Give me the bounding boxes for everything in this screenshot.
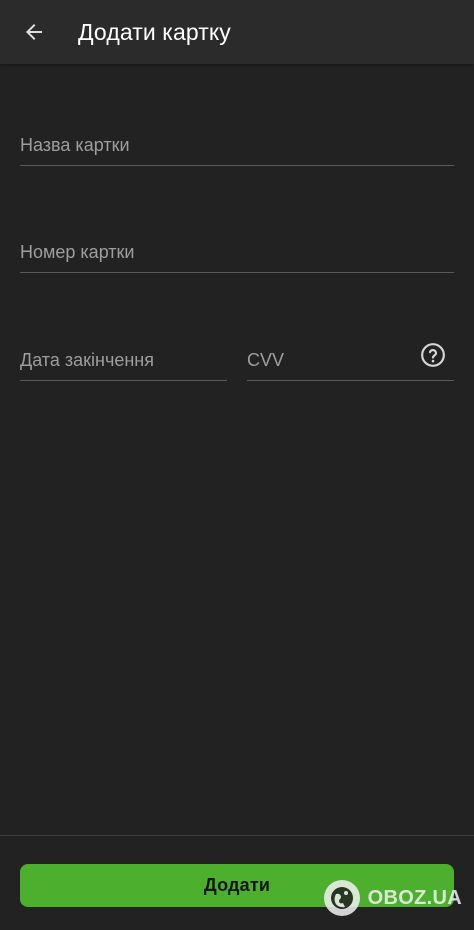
watermark: OBOZ.UA (322, 877, 462, 919)
oboz-logo-icon (323, 880, 360, 916)
card-name-input[interactable] (20, 131, 454, 165)
arrow-left-icon (26, 24, 42, 40)
expiry-date-input[interactable] (20, 346, 227, 380)
cvv-field[interactable] (247, 343, 454, 381)
cvv-input[interactable] (247, 346, 407, 380)
page-title: Додати картку (78, 19, 231, 45)
bottom-divider (0, 835, 474, 836)
back-button[interactable] (14, 12, 54, 52)
add-card-screen: Додати картку Додати OBOZ.UA (0, 0, 474, 930)
help-circle-icon[interactable] (420, 342, 446, 368)
card-number-field[interactable] (20, 238, 454, 273)
watermark-text: OBOZ.UA (367, 886, 462, 909)
app-bar: Додати картку (0, 0, 474, 64)
card-number-input[interactable] (20, 238, 454, 272)
expiry-date-field[interactable] (20, 346, 227, 381)
card-name-field[interactable] (20, 131, 454, 166)
